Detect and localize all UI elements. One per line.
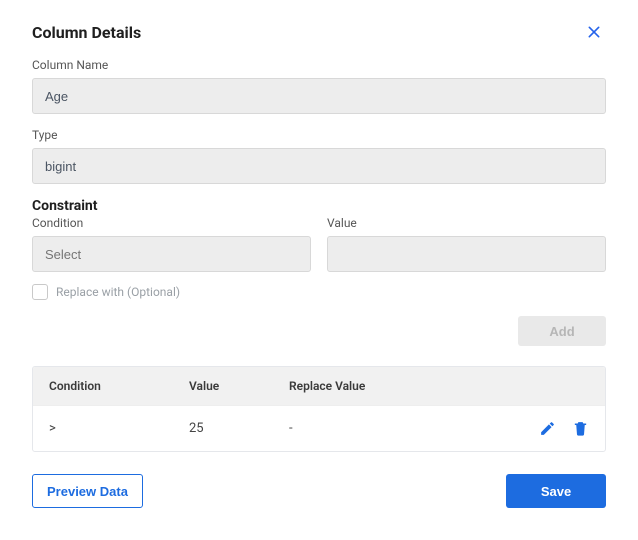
- column-details-dialog: Column Details Column Name Type Constrai…: [0, 0, 638, 540]
- header-condition: Condition: [49, 379, 189, 393]
- replace-with-checkbox[interactable]: [32, 284, 48, 300]
- pencil-icon: [539, 420, 556, 437]
- type-group: Type: [32, 128, 606, 184]
- table-header: Condition Value Replace Value: [33, 367, 605, 405]
- cell-value: 25: [189, 421, 289, 436]
- constraint-row: Condition Value: [32, 216, 606, 272]
- header-value: Value: [189, 379, 289, 393]
- value-input[interactable]: [327, 236, 606, 272]
- type-label: Type: [32, 128, 606, 142]
- edit-button[interactable]: [539, 420, 556, 437]
- table-row: > 25 -: [33, 405, 605, 451]
- cell-replace-value: -: [289, 421, 519, 436]
- condition-select[interactable]: [32, 236, 311, 272]
- dialog-header: Column Details: [32, 20, 606, 44]
- row-actions: [519, 420, 589, 437]
- replace-with-row: Replace with (Optional): [32, 284, 606, 300]
- header-actions: [519, 379, 589, 393]
- condition-label: Condition: [32, 216, 311, 230]
- condition-group: Condition: [32, 216, 311, 272]
- type-input[interactable]: [32, 148, 606, 184]
- replace-with-label: Replace with (Optional): [56, 285, 180, 299]
- add-button[interactable]: Add: [518, 316, 606, 346]
- close-icon: [586, 24, 602, 40]
- value-group: Value: [327, 216, 606, 272]
- dialog-footer: Preview Data Save: [32, 474, 606, 508]
- constraint-title: Constraint: [32, 198, 606, 214]
- delete-button[interactable]: [572, 420, 589, 437]
- constraints-table: Condition Value Replace Value > 25 -: [32, 366, 606, 452]
- cell-condition: >: [49, 421, 189, 436]
- column-name-input[interactable]: [32, 78, 606, 114]
- preview-data-button[interactable]: Preview Data: [32, 474, 143, 508]
- trash-icon: [572, 420, 589, 437]
- value-label: Value: [327, 216, 606, 230]
- header-replace-value: Replace Value: [289, 379, 519, 393]
- column-name-label: Column Name: [32, 58, 606, 72]
- dialog-title: Column Details: [32, 23, 141, 42]
- save-button[interactable]: Save: [506, 474, 606, 508]
- close-button[interactable]: [582, 20, 606, 44]
- column-name-group: Column Name: [32, 58, 606, 114]
- add-button-row: Add: [32, 316, 606, 346]
